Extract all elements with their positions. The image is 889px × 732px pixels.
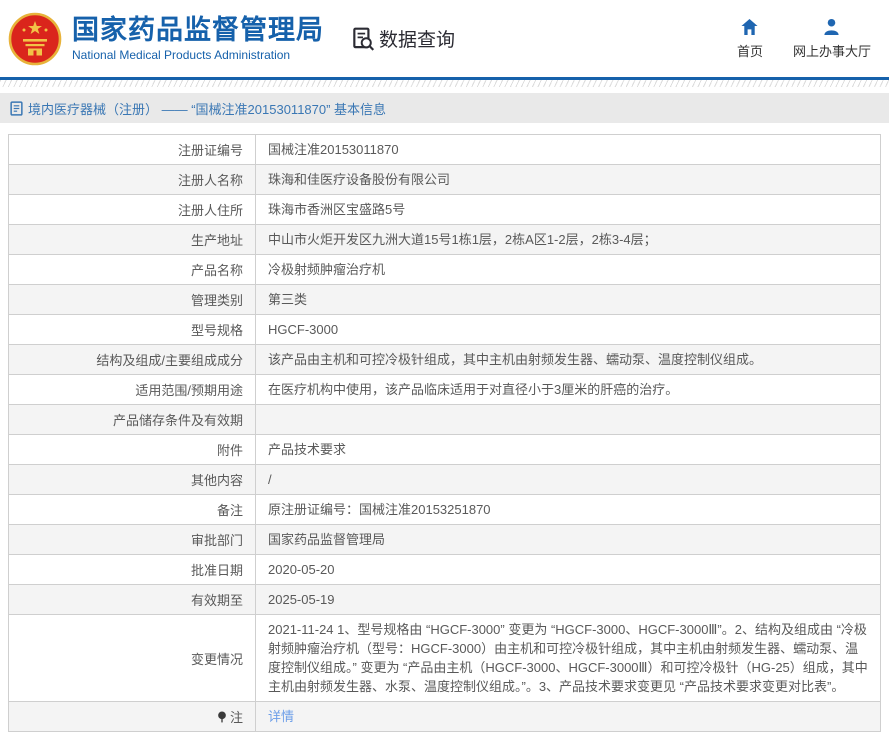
- row-value: 珠海和佳医疗设备股份有限公司: [256, 165, 881, 195]
- table-row-note: 注 详情: [9, 702, 881, 732]
- row-label: 管理类别: [9, 285, 256, 315]
- row-value: 国械注准20153011870: [256, 135, 881, 165]
- breadcrumb-bar: 境内医疗器械（注册） —— “国械注准20153011870” 基本信息: [0, 93, 889, 123]
- table-row: 附件 产品技术要求: [9, 435, 881, 465]
- agency-name-en: National Medical Products Administration: [72, 48, 324, 62]
- details-link[interactable]: 详情: [268, 709, 294, 724]
- table-row: 注册人住所 珠海市香洲区宝盛路5号: [9, 195, 881, 225]
- table-row: 备注 原注册证编号：国械注准20153251870: [9, 495, 881, 525]
- row-label: 其他内容: [9, 465, 256, 495]
- stripe-band: [0, 80, 889, 87]
- row-label: 注册人住所: [9, 195, 256, 225]
- breadcrumb: 境内医疗器械（注册） —— “国械注准20153011870” 基本信息: [10, 99, 386, 118]
- row-value: 冷极射频肿瘤治疗机: [256, 255, 881, 285]
- pin-icon: [217, 710, 227, 724]
- document-icon: [10, 101, 23, 116]
- agency-logo: 国家药品监督管理局 National Medical Products Admi…: [8, 12, 324, 66]
- top-nav: 首页 网上办事大厅: [737, 18, 871, 60]
- row-label: 有效期至: [9, 585, 256, 615]
- row-label: 产品储存条件及有效期: [9, 405, 256, 435]
- data-query-tab[interactable]: 数据查询: [350, 25, 455, 52]
- row-label: 审批部门: [9, 525, 256, 555]
- row-value: 2021-11-24 1、型号规格由 “HGCF-3000” 变更为 “HGCF…: [256, 615, 881, 702]
- breadcrumb-text: 境内医疗器械（注册） —— “国械注准20153011870” 基本信息: [28, 99, 386, 118]
- row-label: 注册人名称: [9, 165, 256, 195]
- table-row: 注册证编号 国械注准20153011870: [9, 135, 881, 165]
- row-label: 适用范围/预期用途: [9, 375, 256, 405]
- row-label: 附件: [9, 435, 256, 465]
- user-icon: [822, 18, 841, 36]
- national-emblem-icon: [8, 12, 62, 66]
- table-row: 注册人名称 珠海和佳医疗设备股份有限公司: [9, 165, 881, 195]
- nav-home-label: 首页: [737, 41, 763, 60]
- row-label: 备注: [9, 495, 256, 525]
- table-row-change-history: 变更情况 2021-11-24 1、型号规格由 “HGCF-3000” 变更为 …: [9, 615, 881, 702]
- table-row: 生产地址 中山市火炬开发区九洲大道15号1栋1层，2栋A区1-2层，2栋3-4层…: [9, 225, 881, 255]
- table-row: 审批部门 国家药品监督管理局: [9, 525, 881, 555]
- row-value: /: [256, 465, 881, 495]
- row-value: 中山市火炬开发区九洲大道15号1栋1层，2栋A区1-2层，2栋3-4层；: [256, 225, 881, 255]
- row-value: 2020-05-20: [256, 555, 881, 585]
- table-row: 有效期至 2025-05-19: [9, 585, 881, 615]
- nav-hall-label: 网上办事大厅: [793, 41, 871, 60]
- agency-name-block: 国家药品监督管理局 National Medical Products Admi…: [72, 15, 324, 62]
- row-label: 产品名称: [9, 255, 256, 285]
- row-value: 第三类: [256, 285, 881, 315]
- document-search-icon: [350, 26, 376, 52]
- row-value: 详情: [256, 702, 881, 732]
- agency-name-cn: 国家药品监督管理局: [72, 15, 324, 45]
- nav-online-hall[interactable]: 网上办事大厅: [793, 18, 871, 60]
- table-row: 产品名称 冷极射频肿瘤治疗机: [9, 255, 881, 285]
- table-row: 型号规格 HGCF-3000: [9, 315, 881, 345]
- row-value: 原注册证编号：国械注准20153251870: [256, 495, 881, 525]
- table-row: 产品储存条件及有效期: [9, 405, 881, 435]
- row-value: 在医疗机构中使用，该产品临床适用于对直径小于3厘米的肝癌的治疗。: [256, 375, 881, 405]
- row-value: 该产品由主机和可控冷极针组成，其中主机由射频发生器、蠕动泵、温度控制仪组成。: [256, 345, 881, 375]
- home-icon: [740, 18, 759, 36]
- table-row: 其他内容 /: [9, 465, 881, 495]
- row-value: 国家药品监督管理局: [256, 525, 881, 555]
- nav-home[interactable]: 首页: [737, 18, 763, 60]
- table-row: 适用范围/预期用途 在医疗机构中使用，该产品临床适用于对直径小于3厘米的肝癌的治…: [9, 375, 881, 405]
- row-value: 珠海市香洲区宝盛路5号: [256, 195, 881, 225]
- registration-detail-table: 注册证编号 国械注准20153011870 注册人名称 珠海和佳医疗设备股份有限…: [8, 134, 881, 732]
- data-query-label: 数据查询: [379, 25, 455, 52]
- row-label: 型号规格: [9, 315, 256, 345]
- row-value: 产品技术要求: [256, 435, 881, 465]
- table-row: 管理类别 第三类: [9, 285, 881, 315]
- row-value: [256, 405, 881, 435]
- row-label: 变更情况: [9, 615, 256, 702]
- page-header: 国家药品监督管理局 National Medical Products Admi…: [0, 0, 889, 77]
- table-row: 批准日期 2020-05-20: [9, 555, 881, 585]
- row-value: 2025-05-19: [256, 585, 881, 615]
- table-row: 结构及组成/主要组成成分 该产品由主机和可控冷极针组成，其中主机由射频发生器、蠕…: [9, 345, 881, 375]
- row-label: 生产地址: [9, 225, 256, 255]
- row-label: 注册证编号: [9, 135, 256, 165]
- note-label: 注: [230, 710, 243, 725]
- row-label: 结构及组成/主要组成成分: [9, 345, 256, 375]
- row-label: 注: [9, 702, 256, 732]
- row-label: 批准日期: [9, 555, 256, 585]
- row-value: HGCF-3000: [256, 315, 881, 345]
